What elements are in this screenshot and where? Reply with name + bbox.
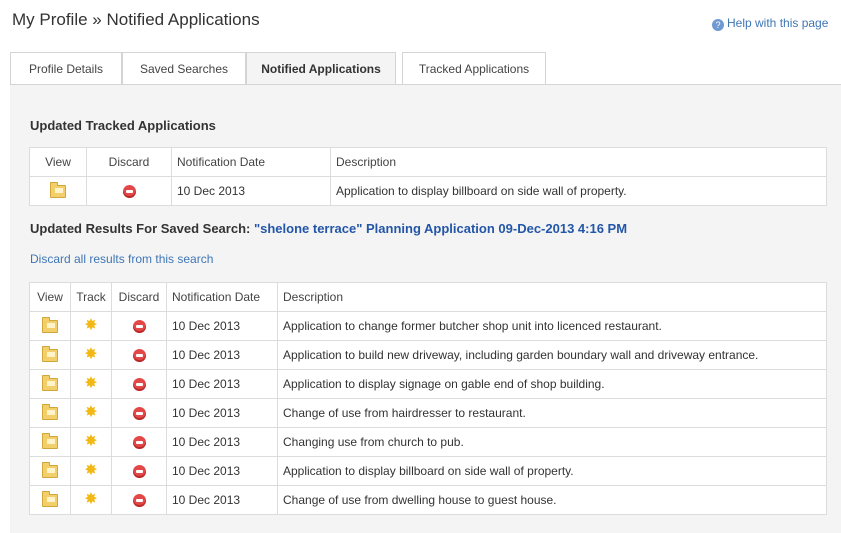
- description: Change of use from dwelling house to gue…: [277, 485, 827, 515]
- discard-icon[interactable]: [132, 436, 146, 450]
- table-header-row: View Track Discard Notification Date Des…: [29, 282, 827, 312]
- discard-cell: [111, 398, 167, 428]
- description: Application to display billboard on side…: [277, 456, 827, 486]
- discard-cell: [111, 456, 167, 486]
- star-icon[interactable]: ✸: [84, 404, 97, 421]
- view-cell: [29, 176, 87, 206]
- column-header-view: View: [29, 282, 71, 312]
- table-row: ✸ 10 Dec 2013 Application to display bil…: [29, 456, 827, 486]
- page-title: My Profile » Notified Applications: [12, 10, 260, 29]
- description: Application to display signage on gable …: [277, 369, 827, 399]
- table-header-row: View Discard Notification Date Descripti…: [29, 147, 827, 177]
- saved-search-title-prefix: Updated Results For Saved Search:: [30, 221, 251, 236]
- discard-cell: [111, 427, 167, 457]
- discard-cell: [86, 176, 172, 206]
- view-cell: [29, 340, 71, 370]
- track-cell: ✸: [70, 369, 112, 399]
- table-row: ✸ 10 Dec 2013 Change of use from dwellin…: [29, 485, 827, 515]
- star-icon[interactable]: ✸: [84, 491, 97, 508]
- tab-tracked-applications[interactable]: Tracked Applications: [402, 52, 546, 84]
- track-cell: ✸: [70, 311, 112, 341]
- discard-icon[interactable]: [122, 185, 136, 199]
- table-row: 10 Dec 2013 Application to display billb…: [29, 176, 827, 206]
- column-header-notification-date: Notification Date: [166, 282, 278, 312]
- view-cell: [29, 369, 71, 399]
- column-header-track: Track: [70, 282, 112, 312]
- track-cell: ✸: [70, 456, 112, 486]
- description: Application to display billboard on side…: [330, 176, 827, 206]
- track-cell: ✸: [70, 398, 112, 428]
- star-icon[interactable]: ✸: [84, 346, 97, 363]
- view-cell: [29, 427, 71, 457]
- track-cell: ✸: [70, 427, 112, 457]
- notification-date: 10 Dec 2013: [171, 176, 331, 206]
- description: Application to change former butcher sho…: [277, 311, 827, 341]
- folder-icon[interactable]: [42, 375, 58, 392]
- notification-date: 10 Dec 2013: [166, 427, 278, 457]
- description: Changing use from church to pub.: [277, 427, 827, 457]
- star-icon[interactable]: ✸: [84, 433, 97, 450]
- folder-icon[interactable]: [42, 491, 58, 508]
- column-header-discard: Discard: [86, 147, 172, 177]
- description: Application to build new driveway, inclu…: [277, 340, 827, 370]
- discard-cell: [111, 369, 167, 399]
- saved-search-results-table: View Track Discard Notification Date Des…: [29, 282, 827, 515]
- saved-search-section-title: Updated Results For Saved Search: "shelo…: [30, 221, 627, 236]
- view-cell: [29, 456, 71, 486]
- notification-date: 10 Dec 2013: [166, 456, 278, 486]
- notification-date: 10 Dec 2013: [166, 340, 278, 370]
- column-header-view: View: [29, 147, 87, 177]
- notification-date: 10 Dec 2013: [166, 369, 278, 399]
- notification-date: 10 Dec 2013: [166, 485, 278, 515]
- folder-icon[interactable]: [42, 462, 58, 479]
- star-icon[interactable]: ✸: [84, 375, 97, 392]
- view-cell: [29, 485, 71, 515]
- folder-icon[interactable]: [42, 346, 58, 363]
- folder-icon[interactable]: [42, 317, 58, 334]
- view-cell: [29, 311, 71, 341]
- discard-icon[interactable]: [132, 407, 146, 421]
- folder-icon[interactable]: [50, 182, 66, 199]
- tab-notified-applications[interactable]: Notified Applications: [246, 52, 396, 85]
- discard-cell: [111, 311, 167, 341]
- description: Change of use from hairdresser to restau…: [277, 398, 827, 428]
- star-icon[interactable]: ✸: [84, 317, 97, 334]
- folder-icon[interactable]: [42, 404, 58, 421]
- discard-icon[interactable]: [132, 349, 146, 363]
- view-cell: [29, 398, 71, 428]
- help-link[interactable]: ? Help with this page: [712, 16, 828, 31]
- tracked-section-title: Updated Tracked Applications: [30, 118, 216, 133]
- help-label: Help with this page: [727, 16, 829, 30]
- table-row: ✸ 10 Dec 2013 Application to display sig…: [29, 369, 827, 399]
- track-cell: ✸: [70, 485, 112, 515]
- track-cell: ✸: [70, 340, 112, 370]
- star-icon[interactable]: ✸: [84, 462, 97, 479]
- tab-profile-details[interactable]: Profile Details: [10, 52, 122, 84]
- discard-all-results-link[interactable]: Discard all results from this search: [30, 252, 213, 266]
- help-icon: ?: [712, 19, 724, 31]
- notification-date: 10 Dec 2013: [166, 398, 278, 428]
- column-header-notification-date: Notification Date: [171, 147, 331, 177]
- folder-icon[interactable]: [42, 433, 58, 450]
- tab-saved-searches[interactable]: Saved Searches: [122, 52, 246, 84]
- column-header-description: Description: [330, 147, 827, 177]
- discard-icon[interactable]: [132, 378, 146, 392]
- discard-icon[interactable]: [132, 320, 146, 334]
- tracked-applications-table: View Discard Notification Date Descripti…: [29, 147, 827, 206]
- table-row: ✸ 10 Dec 2013 Application to change form…: [29, 311, 827, 341]
- saved-search-name: "shelone terrace" Planning Application 0…: [253, 221, 628, 236]
- discard-icon[interactable]: [132, 494, 146, 508]
- discard-cell: [111, 340, 167, 370]
- notification-date: 10 Dec 2013: [166, 311, 278, 341]
- table-row: ✸ 10 Dec 2013 Change of use from hairdre…: [29, 398, 827, 428]
- table-row: ✸ 10 Dec 2013 Changing use from church t…: [29, 427, 827, 457]
- column-header-description: Description: [277, 282, 827, 312]
- discard-cell: [111, 485, 167, 515]
- discard-icon[interactable]: [132, 465, 146, 479]
- column-header-discard: Discard: [111, 282, 167, 312]
- table-row: ✸ 10 Dec 2013 Application to build new d…: [29, 340, 827, 370]
